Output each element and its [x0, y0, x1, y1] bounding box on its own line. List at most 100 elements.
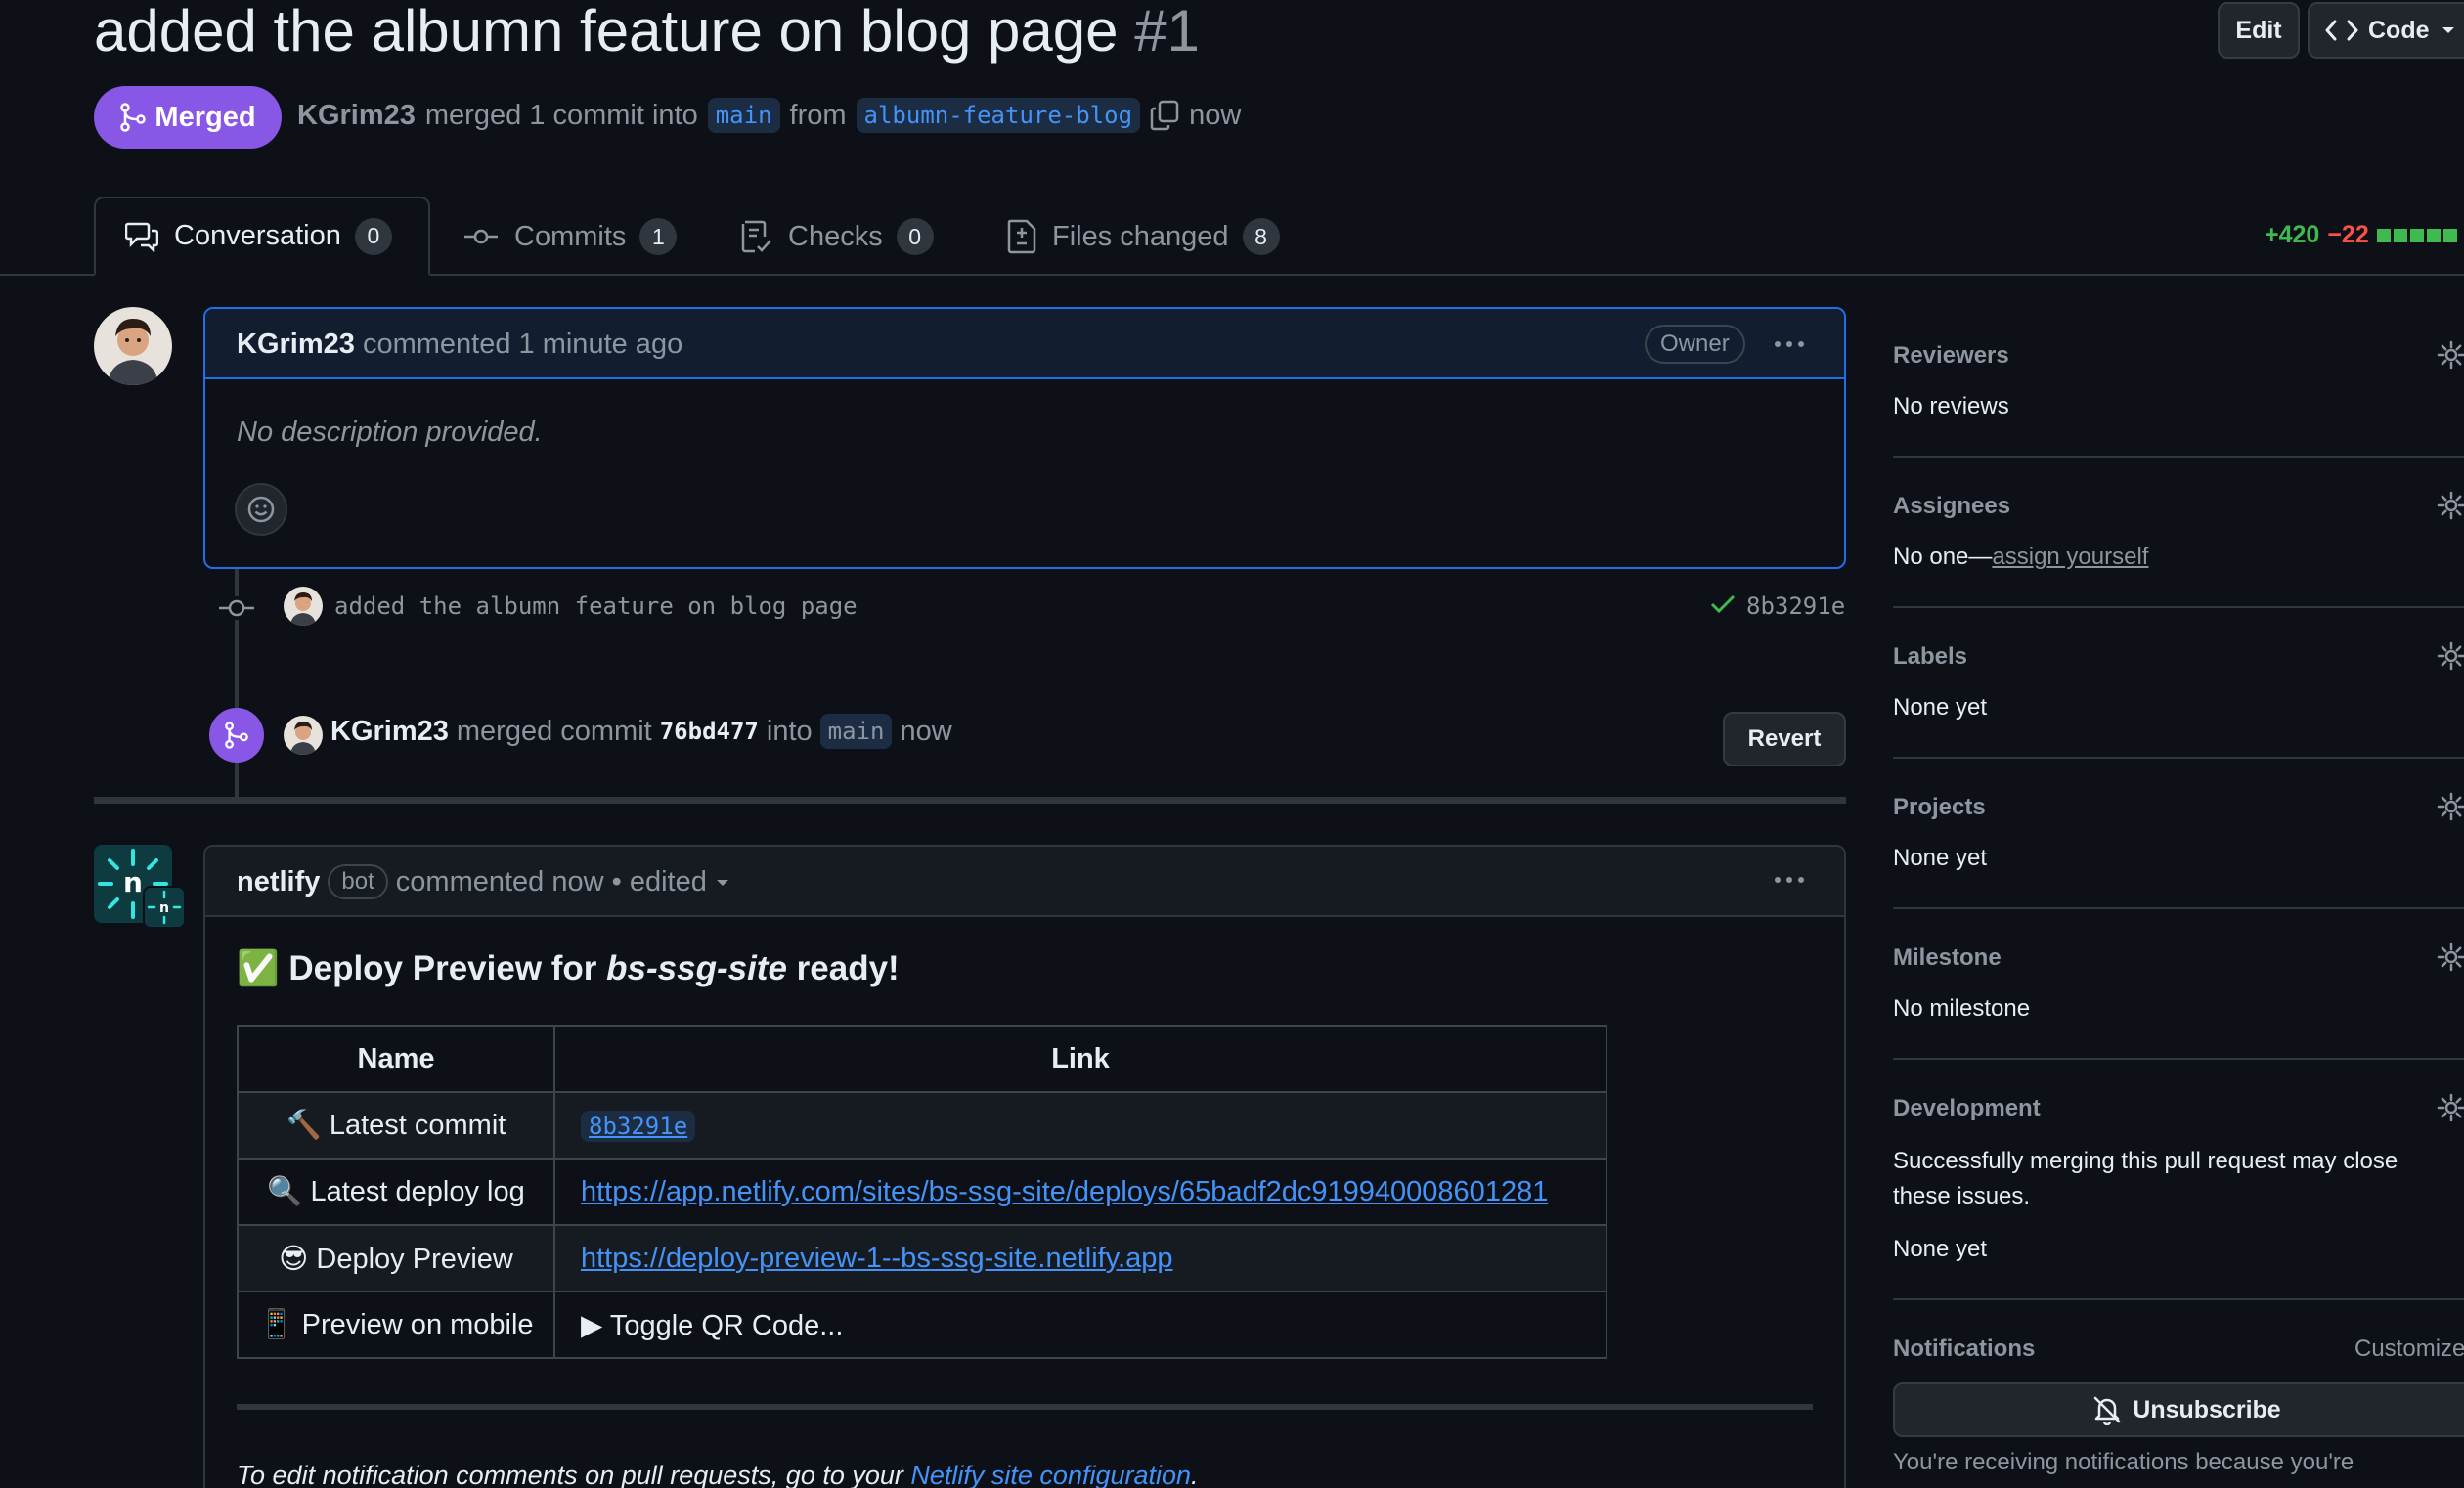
revert-button[interactable]: Revert [1723, 712, 1846, 766]
sunglasses-icon: 😎 [279, 1243, 309, 1275]
merged-text: merged 1 commit into [424, 99, 698, 131]
gear-icon[interactable] [2437, 340, 2464, 370]
bot-author[interactable]: netlify [237, 866, 320, 898]
deletions-count: −22 [2327, 221, 2369, 248]
gear-icon[interactable] [2437, 792, 2464, 821]
customize-link[interactable]: Customize [2354, 1335, 2464, 1363]
merge-branch[interactable]: main [819, 714, 893, 749]
row-label: Preview on mobile [301, 1309, 534, 1340]
row-label: Latest commit [329, 1110, 506, 1141]
table-cell-link: 8b3291e [553, 1091, 1607, 1160]
deploy-preview-link[interactable]: https://deploy-preview-1--bs-ssg-site.ne… [581, 1243, 1173, 1274]
unsubscribe-button[interactable]: Unsubscribe [1893, 1382, 2464, 1437]
author-link[interactable]: KGrim23 [297, 100, 416, 132]
development-value: None yet [1893, 1236, 1988, 1262]
merged-badge: Merged [94, 86, 282, 149]
merge-text-2: into [766, 715, 813, 747]
code-button-label: Code [2368, 16, 2430, 44]
deploy-log-link[interactable]: https://app.netlify.com/sites/bs-ssg-sit… [581, 1176, 1548, 1207]
comment-body: No description provided. [237, 416, 543, 448]
diffstat-blocks [2376, 228, 2457, 242]
commit-icon [463, 227, 499, 246]
development-description: Successfully merging this pull request m… [1893, 1148, 2398, 1209]
chevron-down-icon [2442, 25, 2455, 35]
table-cell-name: 📱 Preview on mobile [237, 1291, 555, 1359]
deploy-heading-post: ready! [786, 949, 900, 987]
table-row: 🔍 Latest deploy log https://app.netlify.… [237, 1158, 1607, 1226]
tab-checks[interactable]: Checks 0 [741, 198, 934, 275]
table-cell-link: https://deploy-preview-1--bs-ssg-site.ne… [553, 1224, 1607, 1292]
gear-icon[interactable] [2437, 942, 2464, 972]
checklist-icon [741, 219, 772, 254]
unsubscribe-label: Unsubscribe [2133, 1395, 2281, 1423]
tab-files-count: 8 [1242, 218, 1280, 255]
comment-author[interactable]: KGrim23 [237, 328, 355, 360]
assign-yourself-link[interactable]: assign yourself [1992, 544, 2148, 570]
deploy-heading-pre: Deploy Preview for [288, 949, 607, 987]
svg-text:n: n [159, 900, 169, 916]
gear-icon[interactable] [2437, 641, 2464, 671]
pr-title-text: added the albumn feature on blog page [94, 0, 1119, 64]
sidebar-divider [1893, 1298, 2464, 1300]
tab-checks-count: 0 [896, 218, 934, 255]
commit-node-icon [217, 596, 256, 620]
chevron-down-icon[interactable] [715, 876, 730, 888]
commit-message[interactable]: added the albumn feature on blog page [334, 592, 858, 620]
deploy-table: Name Link 🔨 Latest commit 8b3291e 🔍 Late… [237, 1025, 1607, 1359]
merge-event-badge [209, 708, 264, 763]
comment-discussion-icon [125, 221, 158, 252]
merge-text-1: merged commit [456, 715, 652, 747]
tab-conversation-label: Conversation [174, 220, 341, 251]
tab-conversation[interactable]: Conversation 0 [94, 197, 430, 276]
bot-comment-meta[interactable]: commented now • edited [396, 866, 707, 898]
projects-value: None yet [1893, 845, 1988, 871]
labels-title: Labels [1893, 643, 1968, 670]
table-cell-name: 😎 Deploy Preview [237, 1224, 555, 1292]
merge-author[interactable]: KGrim23 [330, 716, 449, 748]
kebab-menu-icon[interactable] [1772, 868, 1807, 892]
sidebar-divider [1893, 456, 2464, 458]
base-branch[interactable]: main [707, 98, 780, 133]
merge-avatar[interactable] [284, 716, 323, 755]
commit-sha[interactable]: 8b3291e [1746, 592, 1845, 620]
tab-checks-label: Checks [788, 220, 883, 252]
add-reaction-button[interactable] [235, 483, 287, 536]
deploy-heading-site: bs-ssg-site [606, 949, 787, 987]
edit-button[interactable]: Edit [2218, 2, 2300, 59]
table-header-name: Name [237, 1025, 555, 1093]
sidebar-divider [1893, 1058, 2464, 1060]
gear-icon[interactable] [2437, 1093, 2464, 1122]
tab-commits[interactable]: Commits 1 [463, 198, 678, 275]
commit-check-icon[interactable] [1709, 592, 1737, 616]
table-row: 📱 Preview on mobile ▶ Toggle QR Code... [237, 1291, 1607, 1359]
sidebar-divider [1893, 907, 2464, 909]
toggle-qr-code[interactable]: ▶ Toggle QR Code... [581, 1310, 843, 1341]
tab-commits-label: Commits [514, 220, 627, 252]
smiley-icon [246, 495, 276, 524]
table-header-row: Name Link [237, 1025, 1607, 1093]
latest-commit-link[interactable]: 8b3291e [581, 1110, 696, 1142]
merge-status-line: KGrim23 merged 1 commit into main from a… [297, 98, 1241, 133]
code-icon [2325, 19, 2358, 42]
author-avatar[interactable] [94, 307, 172, 385]
tab-files-changed[interactable]: Files changed 8 [1007, 198, 1280, 275]
comment-meta[interactable]: commented 1 minute ago [363, 328, 682, 360]
merge-time: now [1189, 99, 1242, 131]
merge-sha[interactable]: 76bd477 [660, 718, 759, 745]
commit-avatar[interactable] [284, 587, 323, 626]
head-branch[interactable]: albumn-feature-blog [856, 98, 1141, 133]
merge-icon [119, 103, 147, 132]
bot-comment-footer: To edit notification comments on pull re… [237, 1461, 1199, 1488]
kebab-menu-icon[interactable] [1772, 332, 1807, 356]
netlify-config-link[interactable]: Netlify site configuration [910, 1461, 1191, 1488]
from-text: from [789, 99, 847, 131]
assignees-title: Assignees [1893, 493, 2011, 519]
comment-header-text: KGrim23 commented 1 minute ago [237, 328, 682, 361]
development-title: Development [1893, 1095, 2041, 1121]
bot-comment-header-text: netlify bot commented now • edited [237, 864, 730, 899]
code-button[interactable]: Code [2308, 2, 2464, 59]
pr-title: added the albumn feature on blog page #1 [94, 0, 1200, 70]
gear-icon[interactable] [2437, 491, 2464, 520]
copy-icon[interactable] [1150, 100, 1179, 131]
diffstat[interactable]: +420 −22 [2265, 221, 2457, 249]
